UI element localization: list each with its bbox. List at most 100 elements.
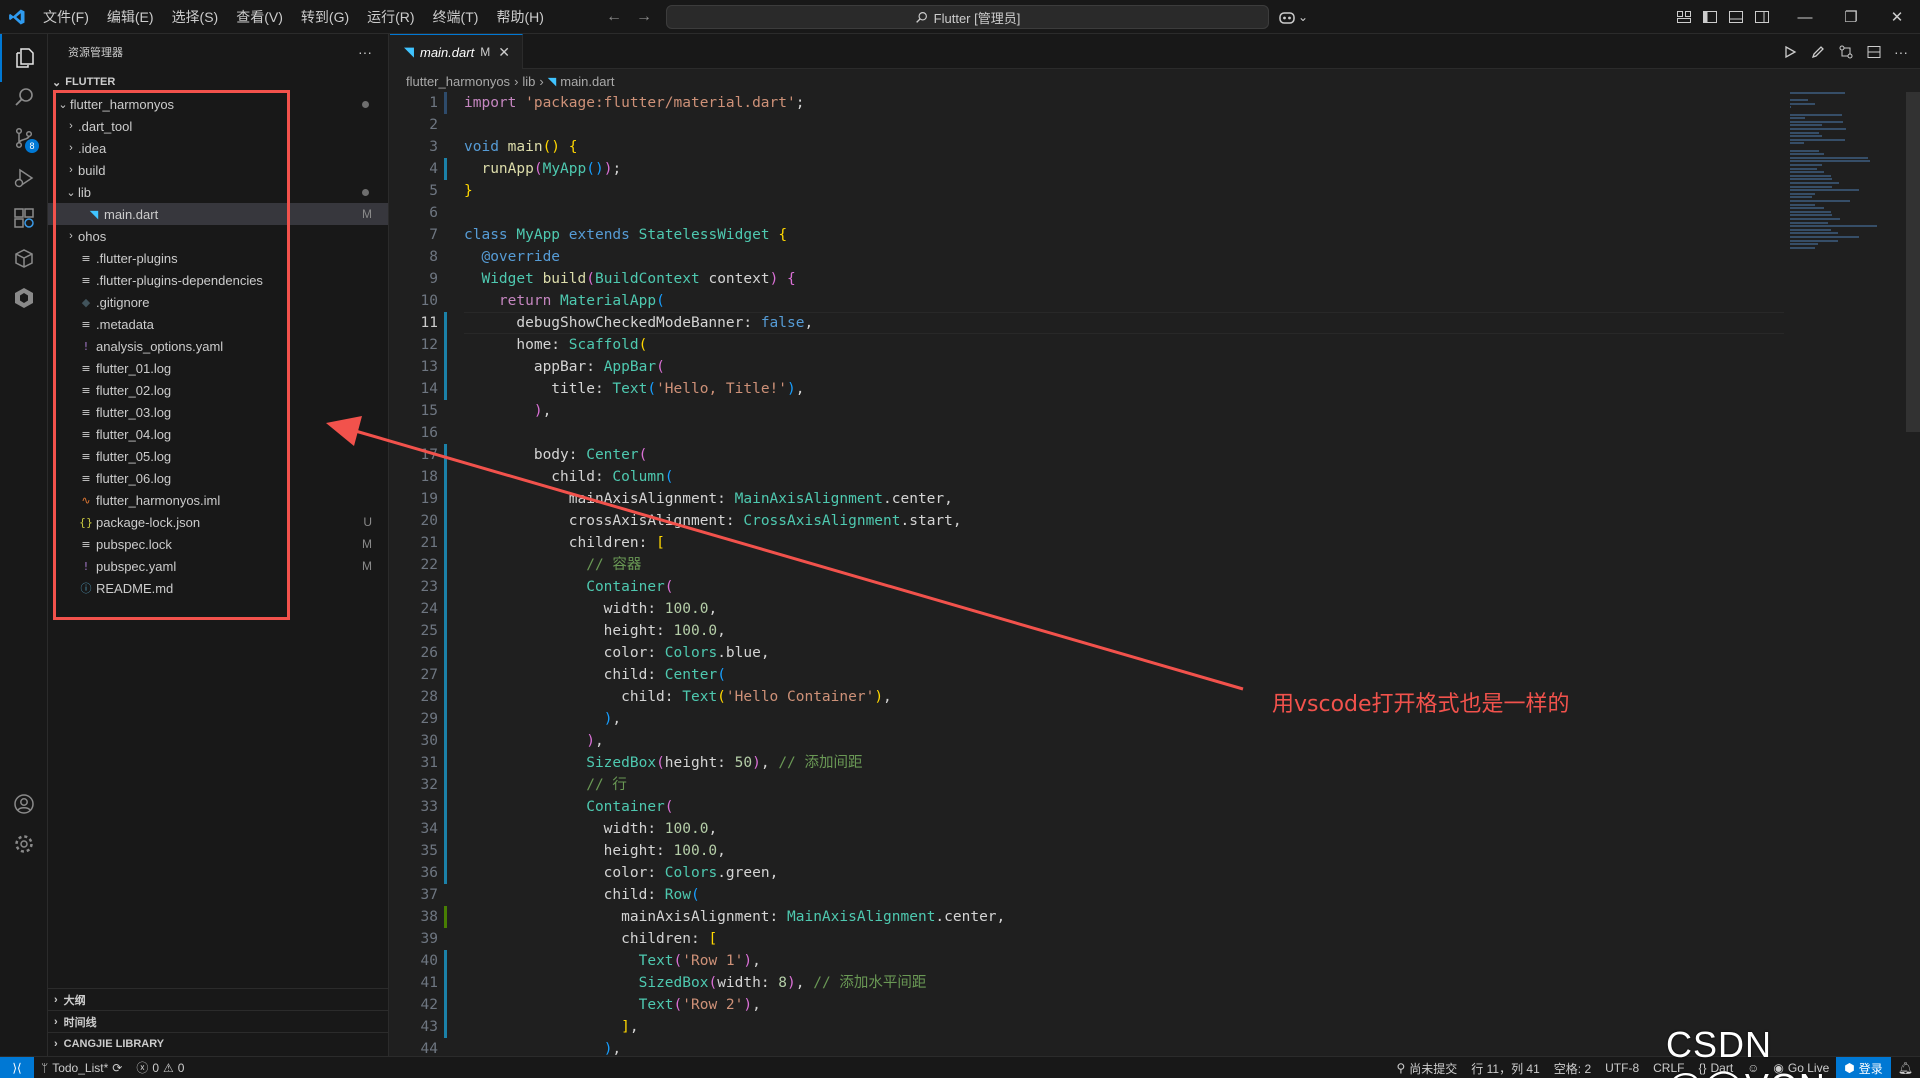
sidebar-section-header[interactable]: › 时间线 <box>48 1010 388 1032</box>
breadcrumb-item[interactable]: lib <box>522 74 535 89</box>
code-token: // 添加间距 <box>778 755 863 771</box>
menu-item[interactable]: 终端(T) <box>424 0 488 34</box>
code-line[interactable]: 41 SizedBox(width: 8), // 添加水平间距 <box>390 972 1790 994</box>
sidebar-section-header[interactable]: › CANGJIE LIBRARY <box>48 1032 388 1054</box>
code-line[interactable]: 9 Widget build(BuildContext context) { <box>390 268 1790 290</box>
toggle-secondary-sidebar-icon[interactable] <box>1754 9 1770 25</box>
close-tab-icon[interactable]: ✕ <box>498 44 510 61</box>
code-line[interactable]: 33 Container( <box>390 796 1790 818</box>
scrollbar-thumb[interactable] <box>1906 92 1920 432</box>
breadcrumb-item[interactable]: main.dart <box>560 74 614 89</box>
code-line[interactable]: 26 color: Colors.blue, <box>390 642 1790 664</box>
code-line[interactable]: 32 // 行 <box>390 774 1790 796</box>
line-number: 37 <box>420 887 438 903</box>
menu-item[interactable]: 查看(V) <box>227 0 292 34</box>
forward-arrow-icon[interactable]: → <box>636 8 652 26</box>
uncommitted-indicator[interactable]: ⚲ 尚未提交 <box>1389 1060 1464 1077</box>
compare-changes-icon[interactable] <box>1838 44 1854 60</box>
code-line[interactable]: 27 child: Center( <box>390 664 1790 686</box>
code-token: width: <box>464 821 665 837</box>
run-icon[interactable] <box>1782 44 1798 60</box>
code-line[interactable]: 3 void main() { <box>390 136 1790 158</box>
close-window-button[interactable]: ✕ <box>1874 0 1920 34</box>
toggle-panel-icon[interactable] <box>1728 9 1744 25</box>
menu-item[interactable]: 文件(F) <box>34 0 98 34</box>
code-token: ( <box>656 359 665 375</box>
minimap[interactable] <box>1790 92 1906 272</box>
code-line[interactable]: 25 height: 100.0, <box>390 620 1790 642</box>
code-line[interactable]: 17 body: Center( <box>390 444 1790 466</box>
code-line[interactable]: 19 mainAxisAlignment: MainAxisAlignment.… <box>390 488 1790 510</box>
menu-item[interactable]: 运行(R) <box>358 0 423 34</box>
remote-indicator-icon[interactable]: ⟩⟨ <box>0 1056 34 1078</box>
branch-indicator[interactable]: ᛘ Todo_List* ⟳ <box>34 1061 129 1075</box>
annotation-highlight-box <box>53 90 290 620</box>
code-line[interactable]: 8 @override <box>390 246 1790 268</box>
code-text: child: Column( <box>464 466 673 488</box>
code-line[interactable]: 39 children: [ <box>390 928 1790 950</box>
code-line[interactable]: 38 mainAxisAlignment: MainAxisAlignment.… <box>390 906 1790 928</box>
code-line[interactable]: 13 appBar: AppBar( <box>390 356 1790 378</box>
settings-gear-icon[interactable] <box>0 820 48 868</box>
restore-button[interactable]: ❐ <box>1828 0 1874 34</box>
editor-scrollbar[interactable] <box>1906 92 1920 1056</box>
code-line[interactable]: 1 import 'package:flutter/material.dart'; <box>390 92 1790 114</box>
code-line[interactable]: 18 child: Column( <box>390 466 1790 488</box>
code-line[interactable]: 2 <box>390 114 1790 136</box>
code-token: { <box>568 139 578 155</box>
code-line[interactable]: 14 title: Text('Hello, Title!'), <box>390 378 1790 400</box>
menu-item[interactable]: 帮助(H) <box>487 0 552 34</box>
cangjie-activity-icon[interactable] <box>0 274 48 322</box>
code-text: return MaterialApp( <box>464 290 665 312</box>
code-line[interactable]: 23 Container( <box>390 576 1790 598</box>
code-line[interactable]: 28 child: Text('Hello Container'), <box>390 686 1790 708</box>
edit-pen-icon[interactable] <box>1810 44 1826 60</box>
command-center[interactable]: Flutter [管理员] <box>666 5 1269 29</box>
code-line[interactable]: 37 child: Row( <box>390 884 1790 906</box>
problems-indicator[interactable]: ⓧ 0 ⚠ 0 <box>129 1059 191 1076</box>
encoding[interactable]: UTF-8 <box>1598 1061 1646 1075</box>
back-arrow-icon[interactable]: ← <box>606 8 622 26</box>
code-line[interactable]: 20 crossAxisAlignment: CrossAxisAlignmen… <box>390 510 1790 532</box>
minimap-line <box>1790 178 1832 181</box>
code-line[interactable]: 29 ), <box>390 708 1790 730</box>
code-line[interactable]: 34 width: 100.0, <box>390 818 1790 840</box>
cursor-position[interactable]: 行 11，列 41 <box>1464 1060 1546 1077</box>
menu-item[interactable]: 编辑(E) <box>98 0 163 34</box>
code-line[interactable]: 6 <box>390 202 1790 224</box>
copilot-button[interactable]: ⌄ <box>1278 0 1308 34</box>
code-line[interactable]: 30 ), <box>390 730 1790 752</box>
split-editor-icon[interactable] <box>1866 44 1882 60</box>
sidebar-section-header[interactable]: › 大纲 <box>48 988 388 1010</box>
code-line[interactable]: 35 height: 100.0, <box>390 840 1790 862</box>
code-line[interactable]: 4 runApp(MyApp()); <box>390 158 1790 180</box>
code-line[interactable]: 7 class MyApp extends StatelessWidget { <box>390 224 1790 246</box>
indentation[interactable]: 空格: 2 <box>1547 1060 1598 1077</box>
code-line[interactable]: 42 Text('Row 2'), <box>390 994 1790 1016</box>
more-actions-icon[interactable]: ··· <box>358 44 372 60</box>
menu-item[interactable]: 转到(G) <box>292 0 358 34</box>
code-line[interactable]: 24 width: 100.0, <box>390 598 1790 620</box>
tab-main-dart[interactable]: ◥ main.dart M ✕ <box>390 34 523 69</box>
line-number: 33 <box>420 799 438 815</box>
code-line[interactable]: 43 ], <box>390 1016 1790 1038</box>
toggle-sidebar-icon[interactable] <box>1702 9 1718 25</box>
code-line[interactable]: 15 ), <box>390 400 1790 422</box>
more-actions-icon[interactable]: ··· <box>1894 44 1908 60</box>
git-change-gutter-mark <box>444 686 447 708</box>
menu-item[interactable]: 选择(S) <box>163 0 228 34</box>
code-line[interactable]: 22 // 容器 <box>390 554 1790 576</box>
code-line[interactable]: 36 color: Colors.green, <box>390 862 1790 884</box>
code-line[interactable]: 16 <box>390 422 1790 444</box>
code-line[interactable]: 40 Text('Row 1'), <box>390 950 1790 972</box>
customize-layout-icon[interactable] <box>1676 9 1692 25</box>
code-line[interactable]: 31 SizedBox(height: 50), // 添加间距 <box>390 752 1790 774</box>
minimize-button[interactable]: — <box>1782 0 1828 34</box>
code-line[interactable]: 5} <box>390 180 1790 202</box>
code-line[interactable]: 12 home: Scaffold( <box>390 334 1790 356</box>
code-line[interactable]: 21 children: [ <box>390 532 1790 554</box>
code-line[interactable]: 11 debugShowCheckedModeBanner: false, <box>390 312 1790 334</box>
breadcrumb-item[interactable]: flutter_harmonyos <box>406 74 510 89</box>
code-line[interactable]: 10 return MaterialApp( <box>390 290 1790 312</box>
code-editor[interactable]: 1 import 'package:flutter/material.dart';… <box>390 92 1790 1057</box>
